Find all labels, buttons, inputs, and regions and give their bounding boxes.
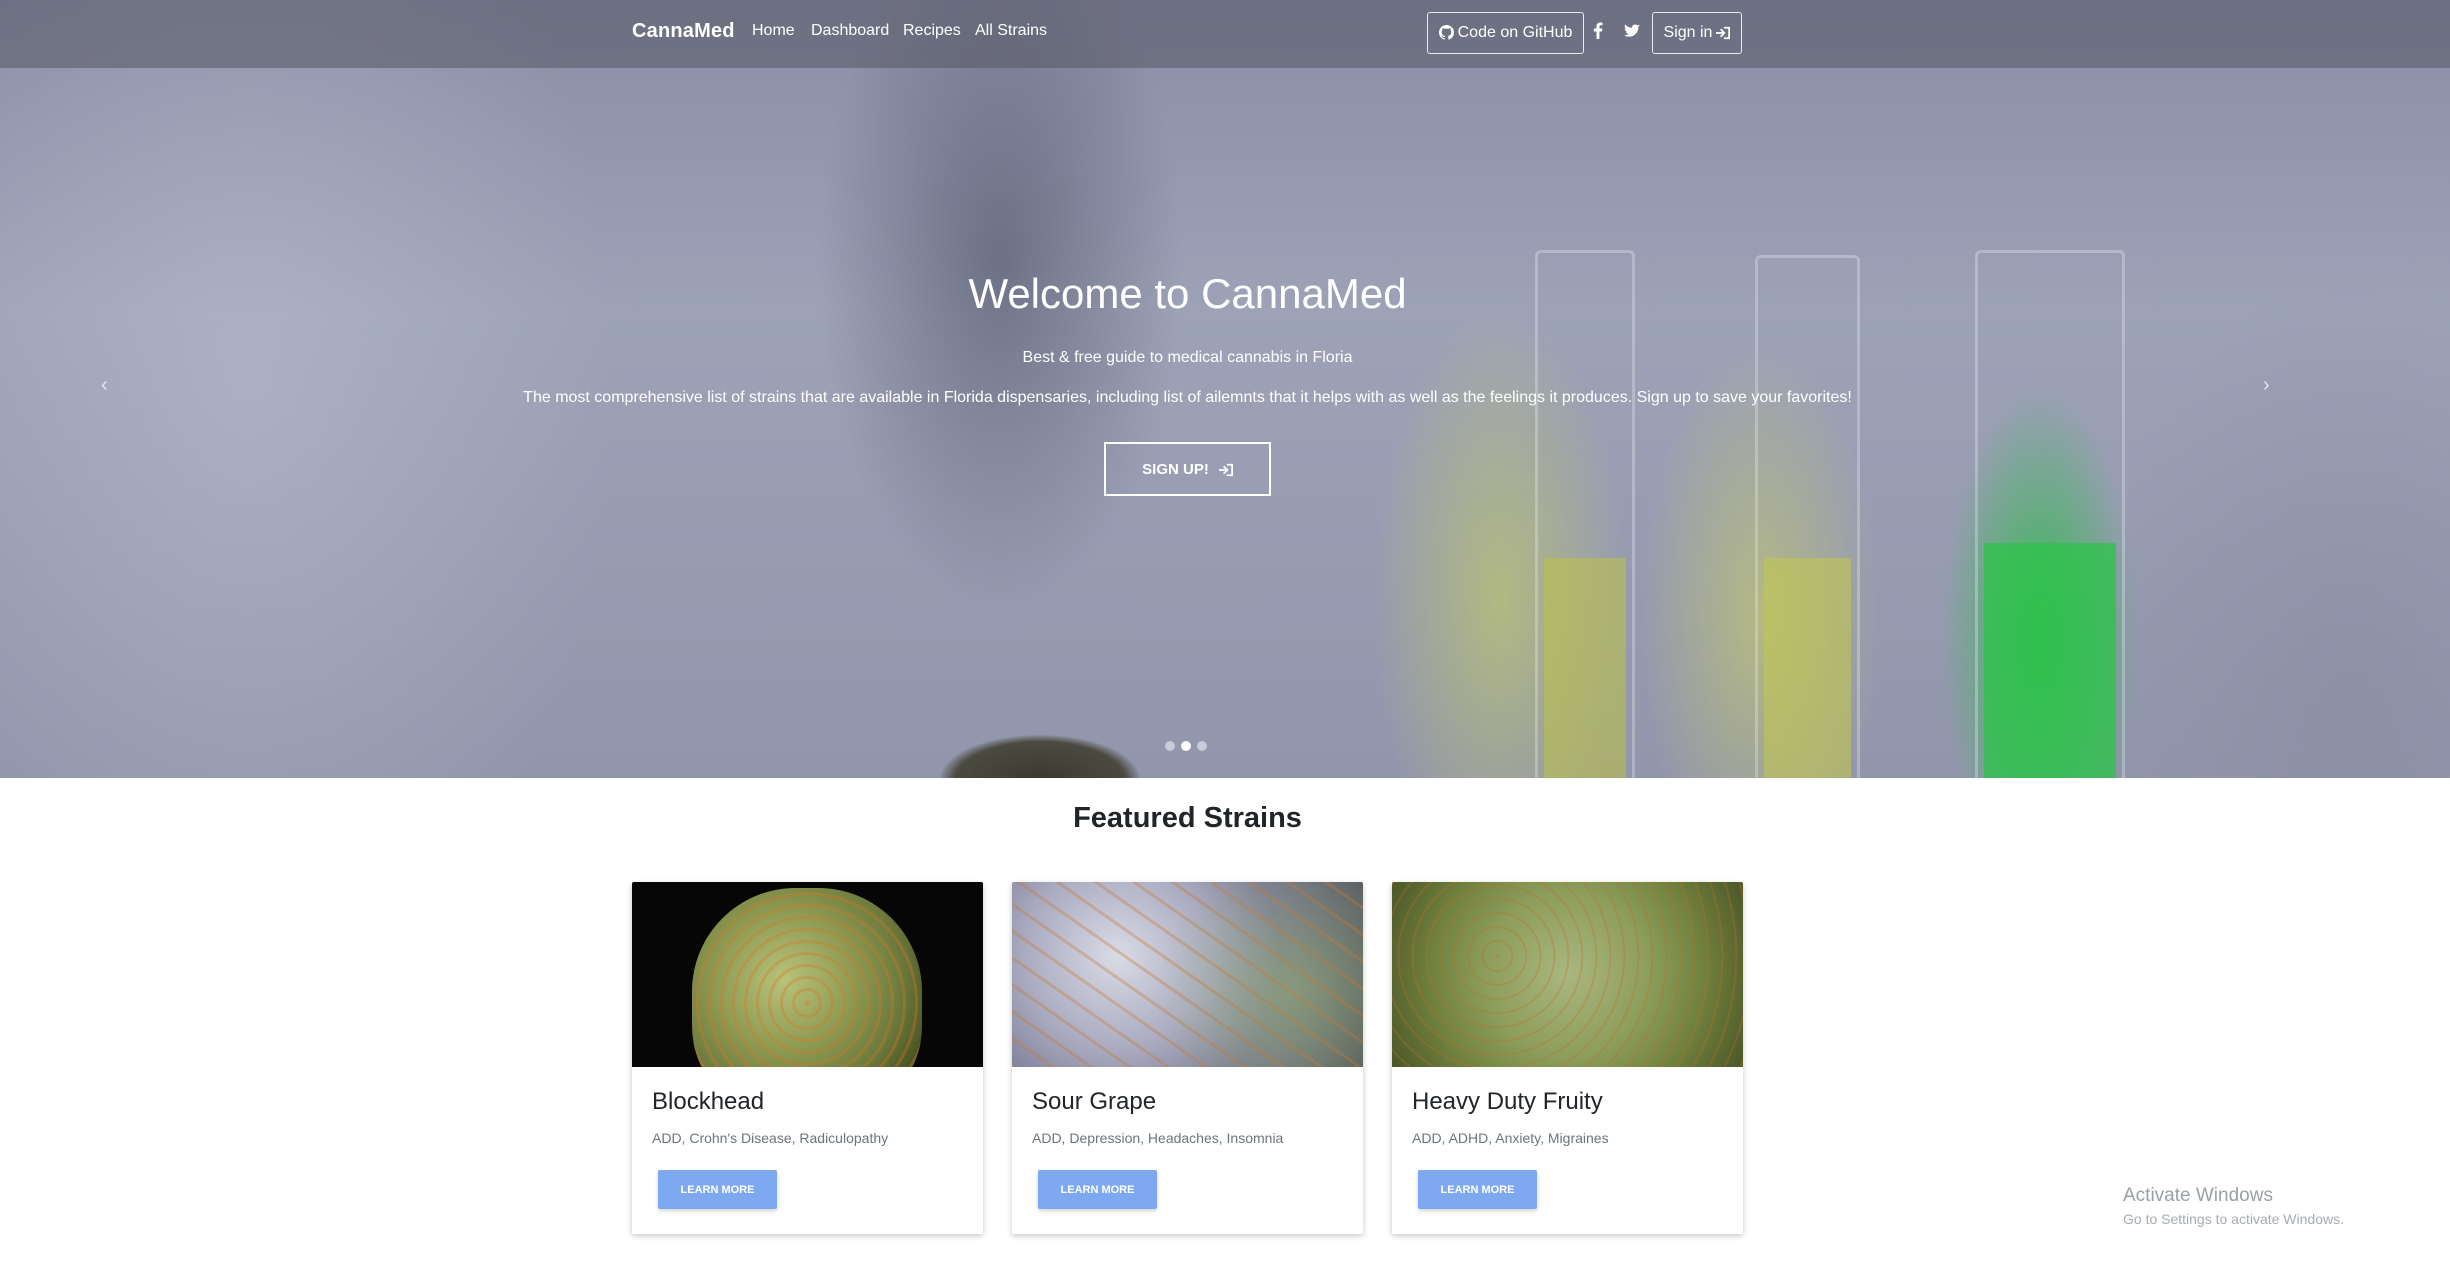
hero-description: The most comprehensive list of strains t…: [523, 389, 1852, 406]
sign-up-button-label: SIGN UP!: [1142, 460, 1209, 478]
carousel-indicators: [1165, 741, 1207, 751]
activation-watermark-title: Activate Windows: [2123, 1185, 2273, 1206]
hero-subtitle: Best & free guide to medical cannabis in…: [1022, 349, 1353, 366]
strain-image: [632, 882, 983, 1067]
sign-in-button[interactable]: Sign in: [1652, 12, 1742, 54]
github-button-label: Code on GitHub: [1457, 24, 1573, 41]
sign-in-icon: [1218, 461, 1233, 478]
strain-ailments: ADD, Depression, Headaches, Insomnia: [1032, 1130, 1284, 1146]
learn-more-button[interactable]: LEARN MORE: [1418, 1170, 1537, 1209]
strain-ailments: ADD, Crohn's Disease, Radiculopathy: [652, 1130, 889, 1146]
featured-heading: Featured Strains: [1073, 802, 1302, 834]
nav-dashboard[interactable]: Dashboard: [811, 22, 889, 40]
brand-logo[interactable]: CannaMed: [632, 20, 735, 43]
strain-ailments: ADD, ADHD, Anxiety, Migraines: [1412, 1130, 1609, 1146]
sign-in-icon: [1716, 24, 1731, 42]
github-button[interactable]: Code on GitHub: [1427, 12, 1584, 54]
carousel-indicator[interactable]: [1165, 741, 1175, 751]
strain-card: Heavy Duty Fruity ADD, ADHD, Anxiety, Mi…: [1392, 882, 1743, 1234]
facebook-link[interactable]: [1593, 20, 1603, 40]
cannabis-bud-image: [940, 735, 1140, 778]
test-tube-image: [1755, 255, 1860, 778]
strain-name: Blockhead: [652, 1088, 765, 1115]
github-icon: [1438, 24, 1454, 42]
learn-more-button[interactable]: LEARN MORE: [658, 1170, 777, 1209]
twitter-link[interactable]: [1624, 20, 1640, 40]
test-tube-image: [1975, 250, 2125, 778]
activation-watermark-subtitle: Go to Settings to activate Windows.: [2123, 1211, 2344, 1227]
nav-home[interactable]: Home: [752, 22, 795, 40]
hero-title: Welcome to CannaMed: [968, 270, 1407, 317]
strain-image: [1392, 882, 1743, 1067]
nav-all-strains[interactable]: All Strains: [975, 22, 1047, 40]
carousel-indicator[interactable]: [1197, 741, 1207, 751]
hero-carousel: CannaMed Home Dashboard Recipes All Stra…: [0, 0, 2450, 778]
strain-card: Blockhead ADD, Crohn's Disease, Radiculo…: [632, 882, 983, 1234]
carousel-indicator-active[interactable]: [1181, 741, 1191, 751]
strain-image: [1012, 882, 1363, 1067]
strain-name: Sour Grape: [1032, 1088, 1157, 1115]
learn-more-button[interactable]: LEARN MORE: [1038, 1170, 1157, 1209]
nav-recipes[interactable]: Recipes: [903, 22, 961, 40]
sign-up-button[interactable]: SIGN UP!: [1104, 442, 1271, 496]
twitter-icon: [1624, 20, 1640, 39]
strain-name: Heavy Duty Fruity: [1412, 1088, 1603, 1115]
strain-card: Sour Grape ADD, Depression, Headaches, I…: [1012, 882, 1363, 1234]
sign-in-button-label: Sign in: [1663, 24, 1713, 41]
navbar: CannaMed Home Dashboard Recipes All Stra…: [0, 0, 2450, 68]
test-tube-image: [1535, 250, 1635, 778]
facebook-icon: [1593, 20, 1603, 40]
